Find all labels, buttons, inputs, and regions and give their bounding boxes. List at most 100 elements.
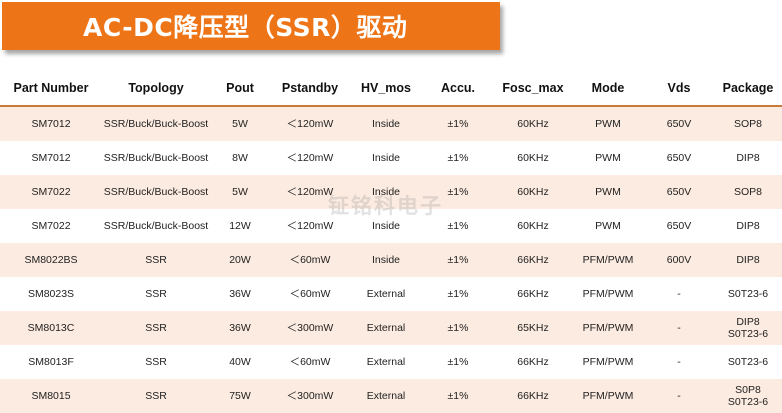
package-name: S0T23-6 (727, 396, 769, 408)
cell-topology: SSR (102, 311, 210, 345)
cell-package: SOP8 (714, 106, 782, 141)
cell-topology: SSR (102, 379, 210, 413)
cell-vds: - (644, 311, 714, 345)
cell-pstandby: ＜120mW (270, 209, 350, 243)
cell-vds: 600V (644, 243, 714, 277)
cell-mode: PFM/PWM (572, 243, 644, 277)
cell-part-number: SM7012 (0, 106, 102, 141)
cell-vds: 650V (644, 209, 714, 243)
column-header-package: Package (714, 71, 782, 107)
cell-accuracy: ±1% (422, 141, 494, 175)
package-name: DIP8 (736, 152, 760, 164)
cell-pstandby: ＜60mW (270, 345, 350, 379)
cell-vds: 650V (644, 106, 714, 141)
column-header-mode: Mode (572, 71, 644, 107)
cell-fosc-max: 60KHz (494, 175, 572, 209)
cell-vds: 650V (644, 141, 714, 175)
cell-package: SOP8 (714, 175, 782, 209)
cell-vds: - (644, 277, 714, 311)
cell-hv-mos: Inside (350, 209, 422, 243)
table-header-row: Part Number Topology Pout Pstandby HV_mo… (0, 71, 782, 107)
cell-topology: SSR/Buck/Buck-Boost (102, 106, 210, 141)
page-title: AC-DC降压型（SSR）驱动 (83, 13, 408, 42)
cell-mode: PWM (572, 209, 644, 243)
cell-hv-mos: Inside (350, 141, 422, 175)
cell-accuracy: ±1% (422, 209, 494, 243)
cell-vds: - (644, 345, 714, 379)
column-header-accuracy: Accu. (422, 71, 494, 107)
title-banner: AC-DC降压型（SSR）驱动 (2, 2, 500, 50)
cell-fosc-max: 60KHz (494, 141, 572, 175)
cell-hv-mos: External (350, 379, 422, 413)
cell-pstandby: ＜120mW (270, 141, 350, 175)
package-name: SOP8 (733, 186, 762, 198)
cell-fosc-max: 66KHz (494, 277, 572, 311)
cell-topology: SSR/Buck/Buck-Boost (102, 141, 210, 175)
cell-accuracy: ±1% (422, 243, 494, 277)
cell-topology: SSR/Buck/Buck-Boost (102, 209, 210, 243)
cell-part-number: SM8015 (0, 379, 102, 413)
package-name: S0P8 (735, 384, 761, 396)
cell-mode: PFM/PWM (572, 379, 644, 413)
cell-mode: PWM (572, 141, 644, 175)
cell-pout: 20W (210, 243, 270, 277)
cell-package: DIP8 (714, 243, 782, 277)
cell-mode: PFM/PWM (572, 311, 644, 345)
package-name: S0T23-6 (727, 288, 769, 300)
column-header-part-number: Part Number (0, 71, 102, 107)
cell-package: DIP8 S0T23-6 (714, 311, 782, 345)
column-header-pout: Pout (210, 71, 270, 107)
cell-accuracy: ±1% (422, 379, 494, 413)
cell-hv-mos: External (350, 277, 422, 311)
package-name: S0T23-6 (727, 328, 769, 340)
cell-pout: 5W (210, 106, 270, 141)
cell-hv-mos: External (350, 345, 422, 379)
cell-pstandby: ＜300mW (270, 311, 350, 345)
cell-part-number: SM8023S (0, 277, 102, 311)
cell-pstandby: ＜120mW (270, 106, 350, 141)
cell-accuracy: ±1% (422, 175, 494, 209)
table-row: SM7022 SSR/Buck/Buck-Boost 12W ＜120mW Inside… (0, 209, 782, 243)
cell-fosc-max: 60KHz (494, 106, 572, 141)
column-header-hv-mos: HV_mos (350, 71, 422, 107)
cell-hv-mos: Inside (350, 175, 422, 209)
cell-part-number: SM7022 (0, 175, 102, 209)
cell-fosc-max: 60KHz (494, 209, 572, 243)
cell-mode: PFM/PWM (572, 277, 644, 311)
cell-part-number: SM7022 (0, 209, 102, 243)
cell-part-number: SM8022BS (0, 243, 102, 277)
cell-fosc-max: 66KHz (494, 379, 572, 413)
cell-pout: 5W (210, 175, 270, 209)
table-row: SM8013F SSR 40W ＜60mW External ±1% 66KHz PFM/PW… (0, 345, 782, 379)
package-name: DIP8 (736, 316, 760, 328)
cell-topology: SSR (102, 243, 210, 277)
table-row: SM7012 SSR/Buck/Buck-Boost 8W ＜120mW Inside ±… (0, 141, 782, 175)
cell-topology: SSR (102, 277, 210, 311)
cell-fosc-max: 66KHz (494, 243, 572, 277)
cell-pstandby: ＜300mW (270, 379, 350, 413)
cell-hv-mos: Inside (350, 243, 422, 277)
cell-pout: 12W (210, 209, 270, 243)
cell-pout: 36W (210, 311, 270, 345)
table-row: SM7012 SSR/Buck/Buck-Boost 5W ＜120mW Inside ±… (0, 106, 782, 141)
cell-vds: 650V (644, 175, 714, 209)
cell-fosc-max: 66KHz (494, 345, 572, 379)
package-name: DIP8 (736, 220, 760, 232)
package-name: SOP8 (733, 118, 762, 130)
table-row: SM8022BS SSR 20W ＜60mW Inside ±1% 66KHz PFM/PWM… (0, 243, 782, 277)
cell-part-number: SM7012 (0, 141, 102, 175)
table-row: SM8015 SSR 75W ＜300mW External ±1% 66KHz PFM/PW… (0, 379, 782, 413)
cell-part-number: SM8013F (0, 345, 102, 379)
column-header-vds: Vds (644, 71, 714, 107)
cell-mode: PWM (572, 175, 644, 209)
cell-accuracy: ±1% (422, 311, 494, 345)
table-row: SM8023S SSR 36W ＜60mW External ±1% 66KHz PFM/PW… (0, 277, 782, 311)
column-header-fosc-max: Fosc_max (494, 71, 572, 107)
cell-package: S0T23-6 (714, 345, 782, 379)
package-name: DIP8 (736, 254, 760, 266)
cell-pout: 36W (210, 277, 270, 311)
column-header-pstandby: Pstandby (270, 71, 350, 107)
cell-pout: 75W (210, 379, 270, 413)
cell-pstandby: ＜60mW (270, 277, 350, 311)
package-name: S0T23-6 (727, 356, 769, 368)
